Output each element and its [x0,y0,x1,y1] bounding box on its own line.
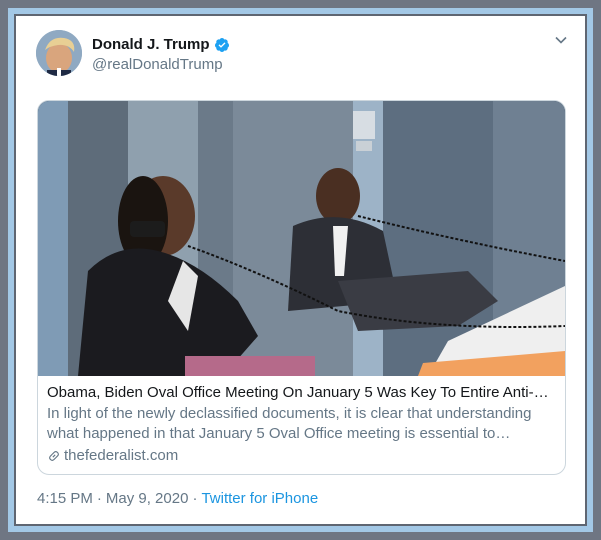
tweet-time[interactable]: 4:15 PM [37,490,93,507]
tweet: Donald J. Trump @realDonaldTrump Obama, … [16,16,585,524]
avatar[interactable] [36,30,82,76]
tweet-frame: Donald J. Trump @realDonaldTrump Obama, … [14,14,587,526]
display-name[interactable]: Donald J. Trump [92,36,210,53]
tweet-source[interactable]: Twitter for iPhone [201,490,318,507]
card-title[interactable]: Obama, Biden Oval Office Meeting On Janu… [47,383,557,403]
avatar-image [36,30,82,76]
link-icon [49,451,59,461]
meta-separator: · [96,490,102,507]
card-photo [38,101,565,376]
card-text: Obama, Biden Oval Office Meeting On Janu… [47,383,557,466]
card-image [38,101,565,376]
verified-badge-icon [214,37,229,52]
tweet-meta: 4:15 PM · May 9, 2020 · Twitter for iPho… [37,490,318,507]
card-domain: thefederalist.com [64,447,179,464]
author-name-row: Donald J. Trump [92,36,230,53]
link-card[interactable]: Obama, Biden Oval Office Meeting On Janu… [37,100,566,475]
card-description: In light of the newly declassified docum… [47,405,532,442]
author-handle[interactable]: @realDonaldTrump [92,56,223,73]
card-domain-row[interactable]: thefederalist.com [47,446,557,466]
meta-separator: · [192,490,198,507]
chevron-down-icon[interactable] [553,32,569,48]
tweet-date[interactable]: May 9, 2020 [106,490,189,507]
